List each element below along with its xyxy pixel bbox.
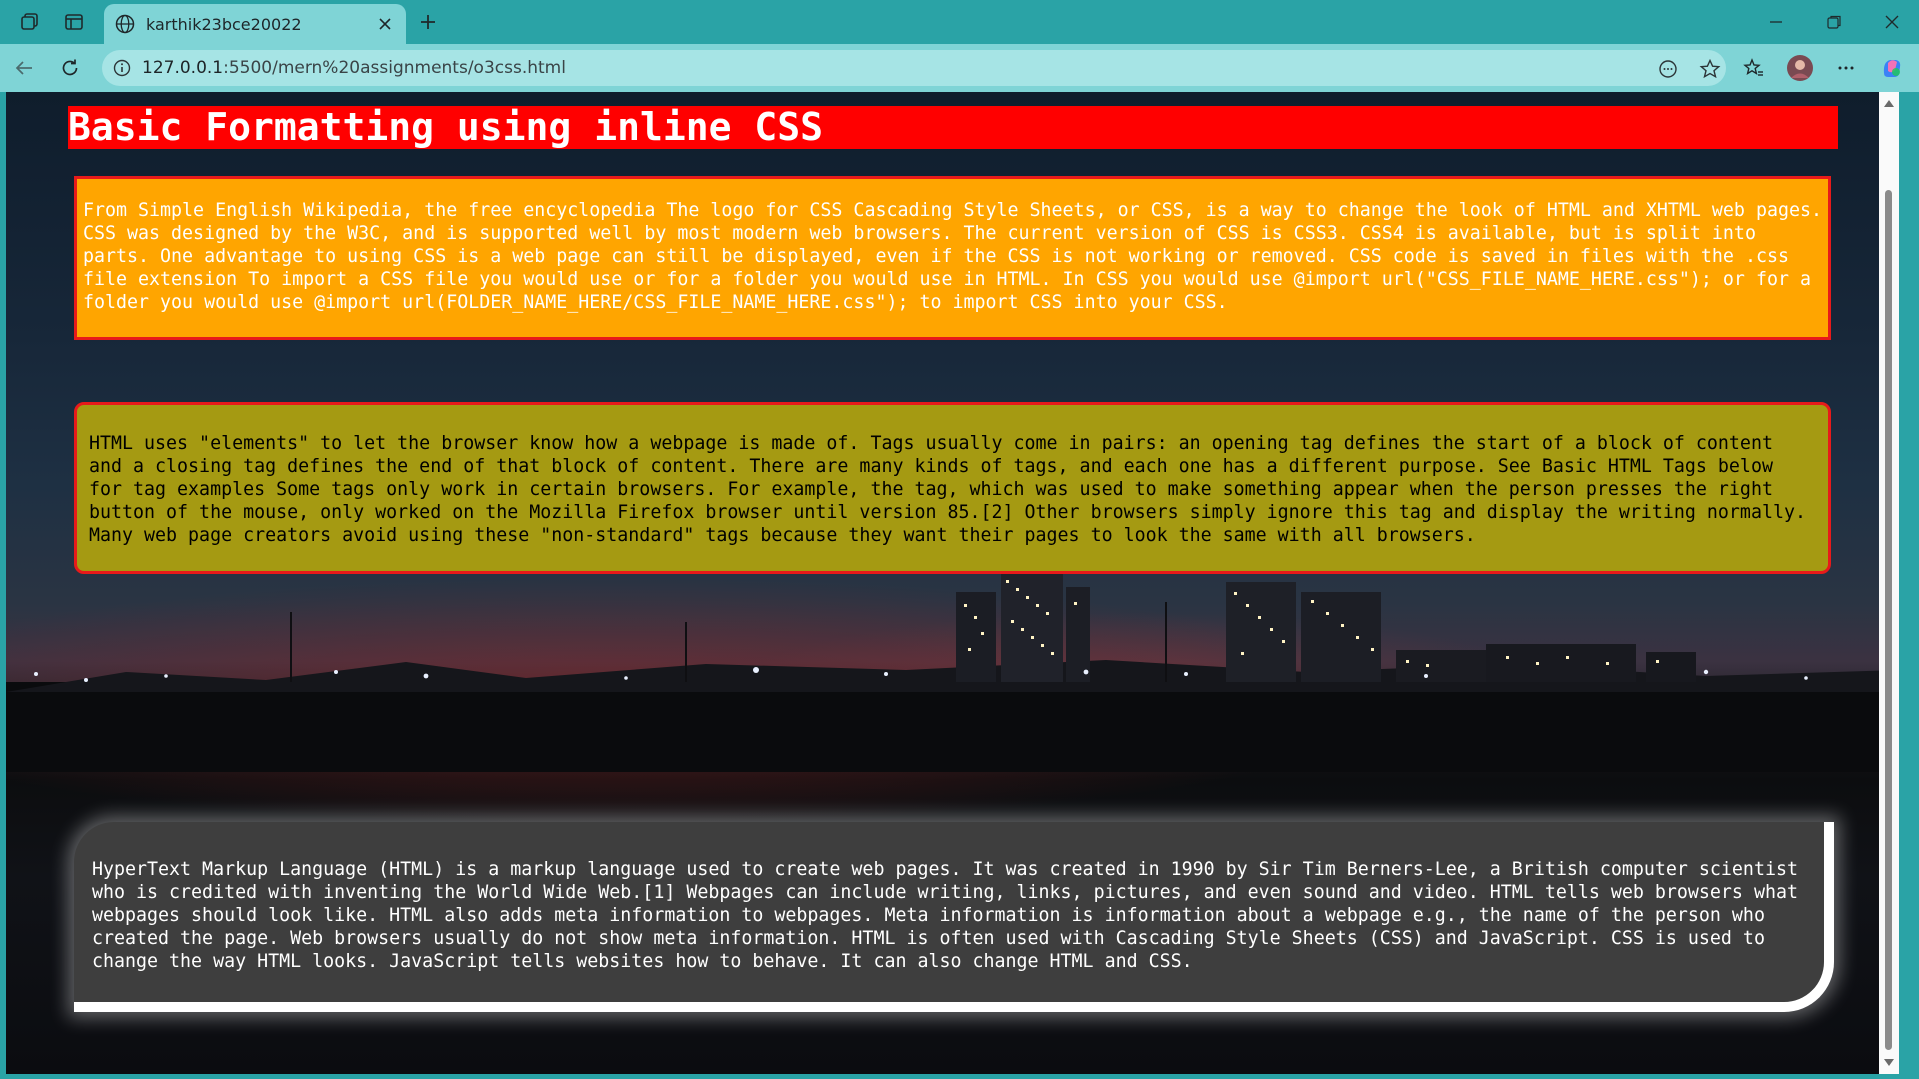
page-viewport: Basic Formatting using inline CSS From S…	[6, 92, 1899, 1074]
html-intro-paragraph: HyperText Markup Language (HTML) is a ma…	[74, 822, 1834, 1012]
url-path: :5500/mern%20assignments/o3css.html	[223, 58, 566, 78]
browser-toolbar: 127.0.0.1:5500/mern%20assignments/o3css.…	[0, 44, 1919, 92]
background-skyline-image	[6, 572, 1899, 772]
info-icon[interactable]	[112, 58, 132, 82]
copilot-icon[interactable]	[1878, 54, 1906, 82]
minimize-icon[interactable]	[1756, 8, 1796, 36]
tab-active[interactable]: karthik23bce20022	[104, 4, 406, 44]
scrollbar-thumb[interactable]	[1885, 190, 1892, 1050]
avatar[interactable]	[1786, 54, 1814, 82]
globe-icon	[114, 13, 136, 39]
tab-title: karthik23bce20022	[146, 15, 302, 34]
more-icon[interactable]	[1832, 54, 1860, 82]
scroll-up-arrow-icon[interactable]	[1884, 100, 1894, 107]
html-elements-paragraph: HTML uses "elements" to let the browser …	[74, 402, 1831, 574]
reader-icon[interactable]	[1656, 57, 1680, 81]
scroll-down-arrow-icon[interactable]	[1884, 1059, 1894, 1066]
vertical-tabs-icon[interactable]	[60, 8, 88, 36]
page-heading: Basic Formatting using inline CSS	[68, 106, 1838, 149]
browser-titlebar: karthik23bce20022	[0, 0, 1919, 44]
vertical-scrollbar[interactable]	[1879, 92, 1899, 1074]
url-host: 127.0.0.1	[142, 58, 224, 78]
tab-actions-icon[interactable]	[16, 8, 44, 36]
close-icon[interactable]	[374, 13, 396, 39]
restore-icon[interactable]	[1814, 8, 1854, 36]
address-bar[interactable]: 127.0.0.1:5500/mern%20assignments/o3css.…	[102, 50, 1726, 86]
star-icon[interactable]	[1698, 57, 1722, 81]
plus-icon[interactable]	[414, 8, 442, 36]
close-window-icon[interactable]	[1872, 8, 1912, 36]
back-arrow-icon[interactable]	[10, 54, 38, 82]
css-info-paragraph: From Simple English Wikipedia, the free …	[74, 176, 1831, 340]
reload-icon[interactable]	[56, 54, 84, 82]
url-text: 127.0.0.1:5500/mern%20assignments/o3css.…	[142, 58, 566, 78]
favorites-icon[interactable]	[1740, 54, 1768, 82]
